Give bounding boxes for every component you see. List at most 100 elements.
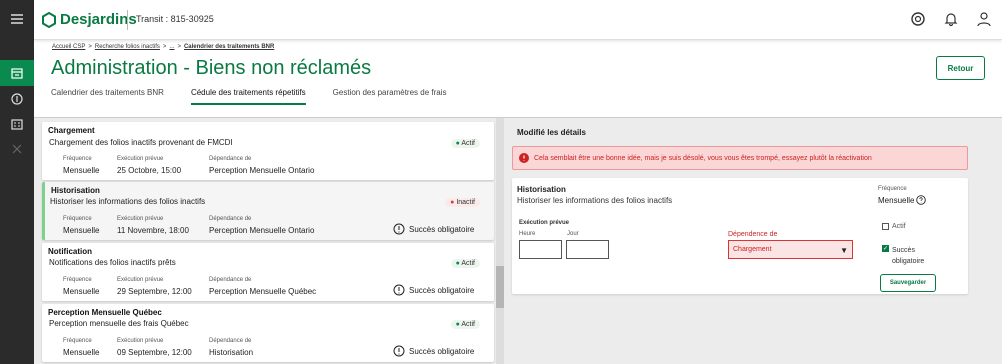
day-label: Jour (567, 231, 579, 237)
success-checkbox[interactable]: ✓ Succès obligatoire (882, 245, 925, 267)
save-button[interactable]: Sauvegarder (880, 274, 936, 292)
exec-value: 25 Octobre, 15:00 (117, 166, 182, 175)
desjardins-logo[interactable]: Desjardins (42, 11, 137, 28)
card-desc: Notifications des folios inactifs prêts (49, 258, 176, 267)
tools-icon[interactable] (0, 136, 34, 162)
list-item[interactable]: Notification Notifications des folios in… (42, 243, 494, 301)
exec-label: Exécution prévue (117, 338, 164, 344)
form-title: Historisation (517, 185, 566, 194)
success-label: Succès obligatoire (892, 247, 925, 265)
breadcrumb-sep: > (88, 44, 92, 50)
dependency-label: Dépendence de (728, 231, 778, 238)
status-text: Actif (461, 321, 475, 328)
status-text: Inactif (456, 199, 475, 206)
checkbox-box[interactable] (882, 223, 889, 230)
card-title: Notification (48, 247, 92, 256)
freq-label: Fréquence (878, 186, 907, 192)
tabs: Calendrier des traitements BNR Cédule de… (51, 88, 474, 105)
status-badge: ● Inactif (445, 198, 480, 207)
dep-label: Dépendance de (209, 277, 252, 283)
status-badge: ● Actif (450, 259, 480, 268)
active-label: Actif (892, 223, 906, 230)
dep-label: Dépendance de (209, 156, 252, 162)
exec-value: 09 Septembre, 12:00 (117, 348, 192, 357)
card-title: Historisation (51, 186, 100, 195)
left-nav-sidebar (0, 0, 34, 364)
freq-value: Mensuelle (63, 166, 100, 175)
dep-value: Perception Mensuelle Ontario (209, 166, 315, 175)
notification-bell-icon[interactable] (943, 11, 959, 27)
calendar-nav-icon[interactable] (0, 60, 34, 86)
success-text: Succès obligatoire (409, 285, 475, 295)
breadcrumb-home[interactable]: Accueil CSP (52, 44, 85, 50)
detail-heading: Modifié les détails (517, 128, 586, 137)
top-icons (910, 11, 992, 27)
tab-schedule[interactable]: Cédule des traitements répetitifs (190, 88, 306, 105)
dependency-select[interactable]: Chargement ▼ (728, 240, 853, 259)
tab-fee-params[interactable]: Gestion des paramètres de frais (333, 88, 447, 105)
status-dot-icon: ● (455, 260, 460, 267)
list-scroll-thumb[interactable] (496, 266, 504, 308)
status-dot-icon: ● (455, 321, 460, 328)
exec-value: 29 Septembre, 12:00 (117, 287, 192, 296)
user-profile-icon[interactable] (976, 11, 992, 27)
card-desc: Chargement des folios inactifs provenant… (49, 138, 233, 147)
freq-value: Mensuelle (63, 348, 100, 357)
header-divider (127, 10, 128, 30)
day-input[interactable] (566, 240, 609, 259)
list-item[interactable]: Chargement Chargement des folios inactif… (42, 122, 494, 180)
breadcrumb-sep: > (162, 44, 167, 50)
status-dot-icon: ● (455, 140, 460, 147)
alert-circle-icon (393, 284, 405, 296)
freq-label: Fréquence (63, 277, 92, 283)
mandatory-success: Succès obligatoire (393, 345, 474, 357)
dep-label: Dépendance de (209, 338, 252, 344)
list-item[interactable]: Perception Mensuelle Québec Perception m… (42, 304, 494, 362)
help-lifebuoy-icon[interactable] (910, 11, 926, 27)
breadcrumb-current: Calendrier des traitements BNR (183, 44, 275, 50)
edit-form: Historisation Historiser les information… (512, 178, 968, 294)
hour-input[interactable] (519, 240, 562, 259)
status-text: Actif (461, 140, 475, 147)
tab-calendar[interactable]: Calendrier des traitements BNR (51, 88, 164, 105)
freq-value: Mensuelle (878, 195, 915, 205)
list-item-selected[interactable]: Historisation Historiser les information… (42, 182, 494, 240)
breadcrumb-ellipsis[interactable]: ... (169, 44, 174, 50)
card-title: Chargement (48, 126, 95, 135)
error-alert: Cela semblait être une bonne idée, mais … (512, 146, 968, 170)
alert-circle-icon (393, 223, 405, 235)
status-text: Actif (461, 260, 475, 267)
list-scrollbar[interactable] (496, 118, 504, 364)
dep-value: Perception Mensuelle Québec (209, 287, 317, 296)
dep-label: Dépendance de (209, 216, 252, 222)
dep-value: Historisation (209, 348, 254, 357)
menu-icon[interactable] (0, 6, 34, 32)
desjardins-logo-icon (42, 11, 56, 28)
alert-text: Cela semblait être une bonne idée, mais … (534, 154, 872, 162)
card-desc: Perception mensuelle des frais Québec (49, 319, 189, 328)
freq-value-wrap: Mensuelle (878, 195, 927, 205)
checkbox-checked-icon[interactable]: ✓ (882, 245, 889, 252)
sync-money-icon[interactable] (0, 86, 34, 112)
freq-label: Fréquence (63, 338, 92, 344)
dropdown-arrow-icon: ▼ (840, 246, 848, 255)
back-button[interactable]: Retour (936, 56, 985, 80)
freq-value: Mensuelle (63, 287, 100, 296)
exec-label: Exécution prévue (117, 216, 164, 222)
success-text: Succès obligatoire (409, 224, 475, 234)
success-text: Succès obligatoire (409, 346, 475, 356)
top-bar: Desjardins Transit : 815-30925 (34, 0, 1002, 40)
status-badge: ● Actif (450, 320, 480, 329)
breadcrumb-search[interactable]: Recherche folios inactifs (95, 44, 160, 50)
alert-circle-icon (393, 345, 405, 357)
form-desc: Historiser les informations des folios i… (517, 196, 673, 205)
building-icon[interactable] (0, 111, 34, 137)
mandatory-success: Succès obligatoire (393, 223, 474, 235)
logo-text: Desjardins (60, 11, 137, 28)
dep-value: Perception Mensuelle Ontario (209, 226, 315, 235)
exec-label: Exécution prévue (519, 220, 570, 226)
active-checkbox[interactable]: Actif (882, 223, 906, 230)
detail-panel: Modifié les détails Cela semblait être u… (504, 118, 1002, 364)
freq-label: Fréquence (63, 216, 92, 222)
help-circle-icon[interactable] (916, 195, 927, 205)
